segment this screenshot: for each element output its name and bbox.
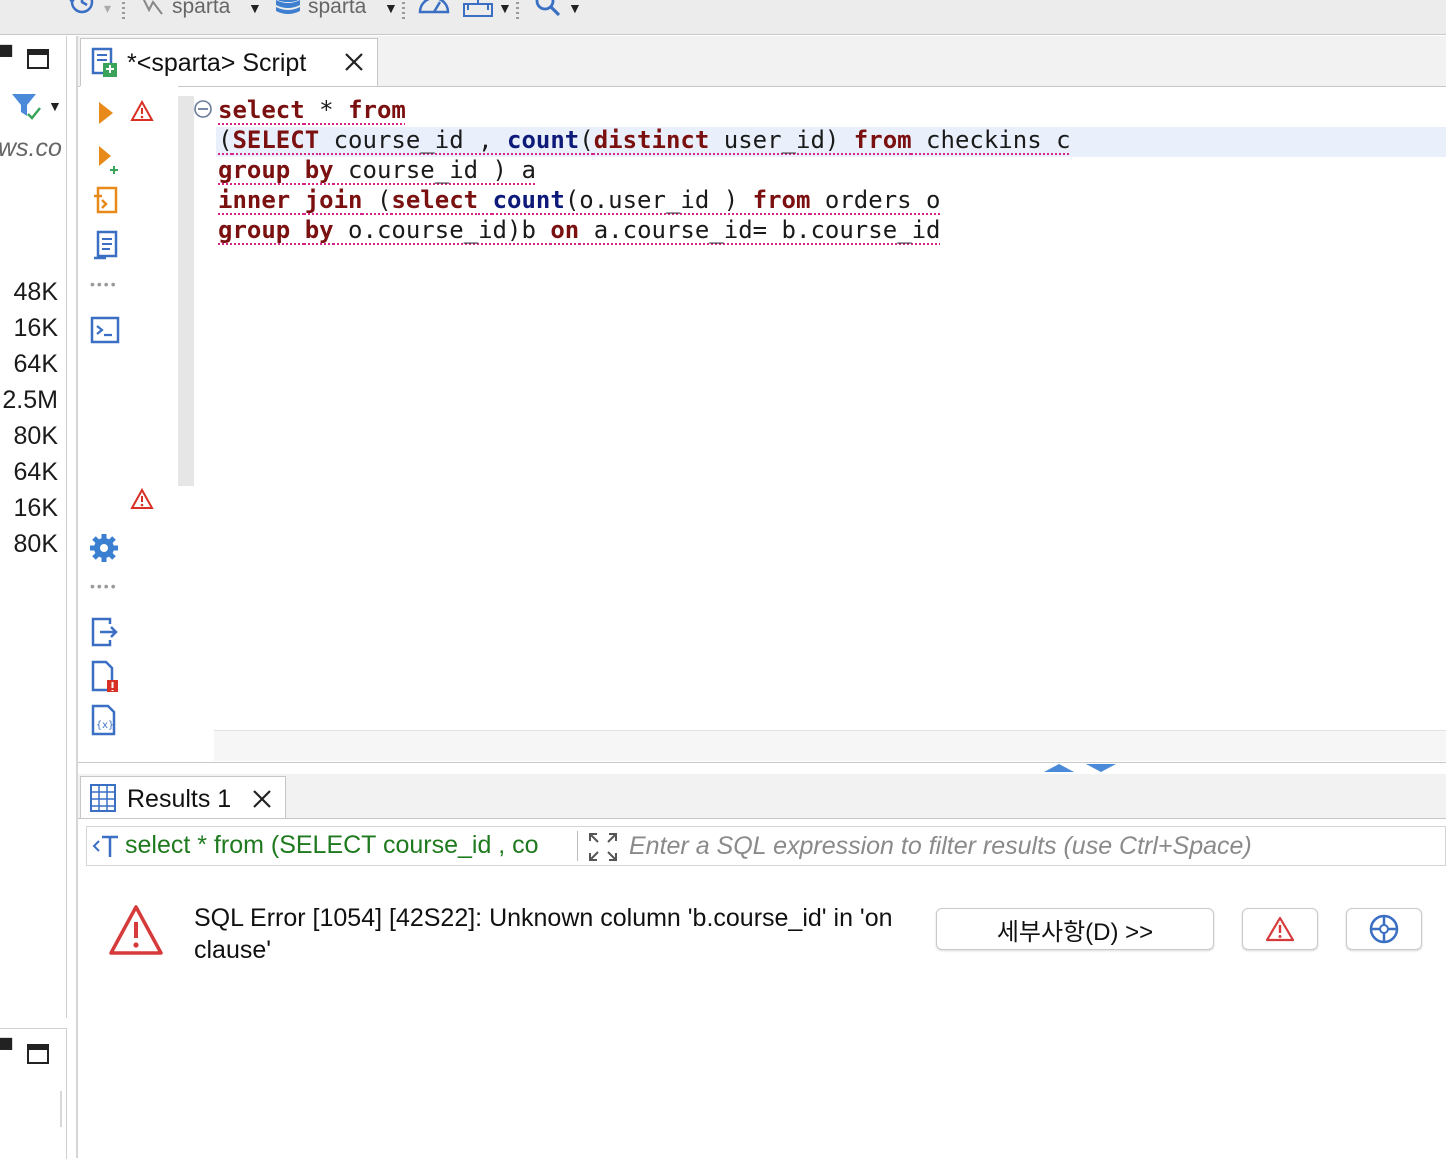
script-icon [89,47,121,79]
tab-results-1[interactable]: Results 1 [80,776,286,818]
tab-sql-script[interactable]: *<sparta> Script [80,38,378,86]
toolbar-separator [516,2,519,22]
execute-statement-icon[interactable] [96,100,116,126]
maximize-editor-icon[interactable] [1042,763,1076,773]
code-line[interactable]: (SELECT course_id , count(distinct user_… [218,125,1071,155]
sql-query-icon [91,833,121,859]
query-preview-text: select * from (SELECT course_id , co [125,831,539,859]
filter-icon[interactable] [10,92,44,122]
editor-fold-gutter [178,96,194,486]
close-icon[interactable] [251,788,273,810]
filter-dropdown-icon[interactable]: ▼ [48,98,62,114]
close-icon[interactable] [343,51,365,73]
results-filter-bar: select * from (SELECT course_id , co [86,826,1446,866]
panel-scrollbar[interactable] [60,1091,62,1127]
history-dropdown-icon[interactable]: ▾ [104,0,111,17]
database-navigator-panel: ▀ ▼ ws.co 48K 16K 64K 2.5M 80K 64K 16K 8… [0,36,67,1018]
search-icon[interactable] [534,0,562,18]
history-icon[interactable] [66,0,100,18]
horizontal-scrollbar[interactable] [214,730,1446,761]
more-actions-icon[interactable]: •••• [90,578,118,594]
error-icon [108,904,164,956]
panel-divider[interactable] [76,36,78,1158]
schema-compare-icon[interactable] [462,0,494,18]
execution-log-button[interactable] [1346,908,1422,950]
dashboard-icon[interactable] [418,0,450,18]
search-dropdown-icon[interactable]: ▼ [568,0,582,16]
details-button[interactable]: 세부사항(D) >> [936,908,1214,950]
minimize-view-icon[interactable]: ▀ [0,1039,12,1062]
toolbar-separator [122,2,125,22]
schema-dropdown-icon[interactable]: ▼ [384,0,398,16]
schema-compare-dropdown-icon[interactable]: ▼ [498,0,512,16]
table-size: 80K [13,530,58,558]
variables-icon[interactable]: {x} [90,704,120,736]
code-line[interactable]: inner join (select count(o.user_id ) fro… [218,185,941,215]
table-size: 64K [13,458,58,486]
connection-host-text: ws.co [0,134,62,162]
datasource-dropdown-icon[interactable]: ▼ [248,0,262,16]
minimize-view-icon[interactable]: ▀ [0,46,12,69]
datasource-icon [140,0,166,16]
database-icon [274,0,302,18]
export-icon[interactable] [90,616,120,648]
datasource-selector[interactable]: sparta [172,0,230,19]
maximize-view-icon[interactable] [26,48,50,70]
main-toolbar: ▾ sparta ▼ sparta ▼ ▼ ▼ [0,0,1446,35]
filter-divider [577,831,578,861]
table-size: 48K [13,278,58,306]
grid-table-icon [89,783,117,813]
execute-script-icon[interactable] [92,186,120,218]
toolbar-separator [402,2,405,22]
tab-label: *<sparta> Script [127,49,307,77]
schema-selector[interactable]: sparta [308,0,366,19]
table-size: 64K [13,350,58,378]
table-size: 16K [13,494,58,522]
table-size: 2.5M [2,386,58,414]
show-error-log-button[interactable] [1242,908,1318,950]
tab-label: Results 1 [127,785,232,813]
more-actions-icon[interactable]: •••• [90,276,118,292]
editor-side-toolbar: •••• •••• {x} [80,86,178,766]
terminal-icon[interactable] [90,316,120,344]
explain-plan-icon[interactable] [92,230,120,262]
script-error-icon[interactable] [90,660,120,694]
table-size: 80K [13,422,58,450]
results-filter-input[interactable] [629,828,1429,864]
project-panel: ▀ [0,1028,67,1159]
settings-gear-icon[interactable] [88,532,120,564]
warning-icon [1265,916,1295,942]
expand-editor-icon[interactable] [587,831,619,863]
warning-icon [130,488,154,510]
code-line[interactable]: select * from [218,95,406,125]
svg-text:{x}: {x} [96,720,114,731]
warning-icon [130,100,154,122]
table-size: 16K [13,314,58,342]
code-line[interactable]: group by course_id ) a [218,155,536,185]
error-message: SQL Error [1054] [42S22]: Unknown column… [194,904,893,964]
crosshair-icon [1368,913,1400,945]
execute-in-new-tab-icon[interactable] [96,144,122,176]
code-line[interactable]: group by o.course_id)b on a.course_id= b… [218,215,941,245]
maximize-results-icon[interactable] [1084,763,1118,773]
maximize-view-icon[interactable] [26,1043,50,1065]
collapse-fold-icon[interactable] [193,99,213,119]
